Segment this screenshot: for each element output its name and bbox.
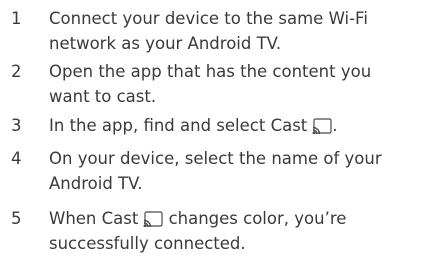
step-number: 4	[11, 149, 22, 168]
step-text-line: successfully connected.	[49, 234, 246, 253]
step-text-line: Open the app that has the content you	[49, 62, 372, 81]
step-text-line: Connect your device to the same Wi-Fi	[49, 9, 368, 28]
step-text: When Cast changes color, you’re successf…	[49, 206, 445, 256]
cast-icon	[143, 211, 163, 227]
step-text-before-icon: In the app, find and select Cast	[49, 116, 308, 135]
step-number: 3	[11, 116, 22, 135]
step-text-after-icon: changes color, you’re	[168, 209, 347, 228]
step-number: 2	[11, 62, 22, 81]
step-number: 5	[11, 209, 22, 228]
step-number: 1	[11, 9, 22, 28]
step-text-line: Android TV.	[49, 174, 143, 193]
step-text: In the app, find and select Cast.	[49, 113, 445, 138]
step-text: On your device, select the name of your …	[49, 146, 445, 196]
step-text-after-icon: .	[332, 116, 338, 135]
step-text-line: network as your Android TV.	[49, 34, 282, 53]
step-text-line: On your device, select the name of your	[49, 149, 382, 168]
step-text-before-icon: When Cast	[49, 209, 139, 228]
cast-icon	[312, 118, 332, 134]
step-text-line: When Cast changes color, you’re	[49, 206, 445, 231]
step-text: Open the app that has the content you wa…	[49, 59, 445, 109]
step-text: Connect your device to the same Wi-Fi ne…	[49, 6, 445, 56]
step-text-line: want to cast.	[49, 87, 157, 106]
step-text-line: In the app, find and select Cast.	[49, 113, 445, 138]
